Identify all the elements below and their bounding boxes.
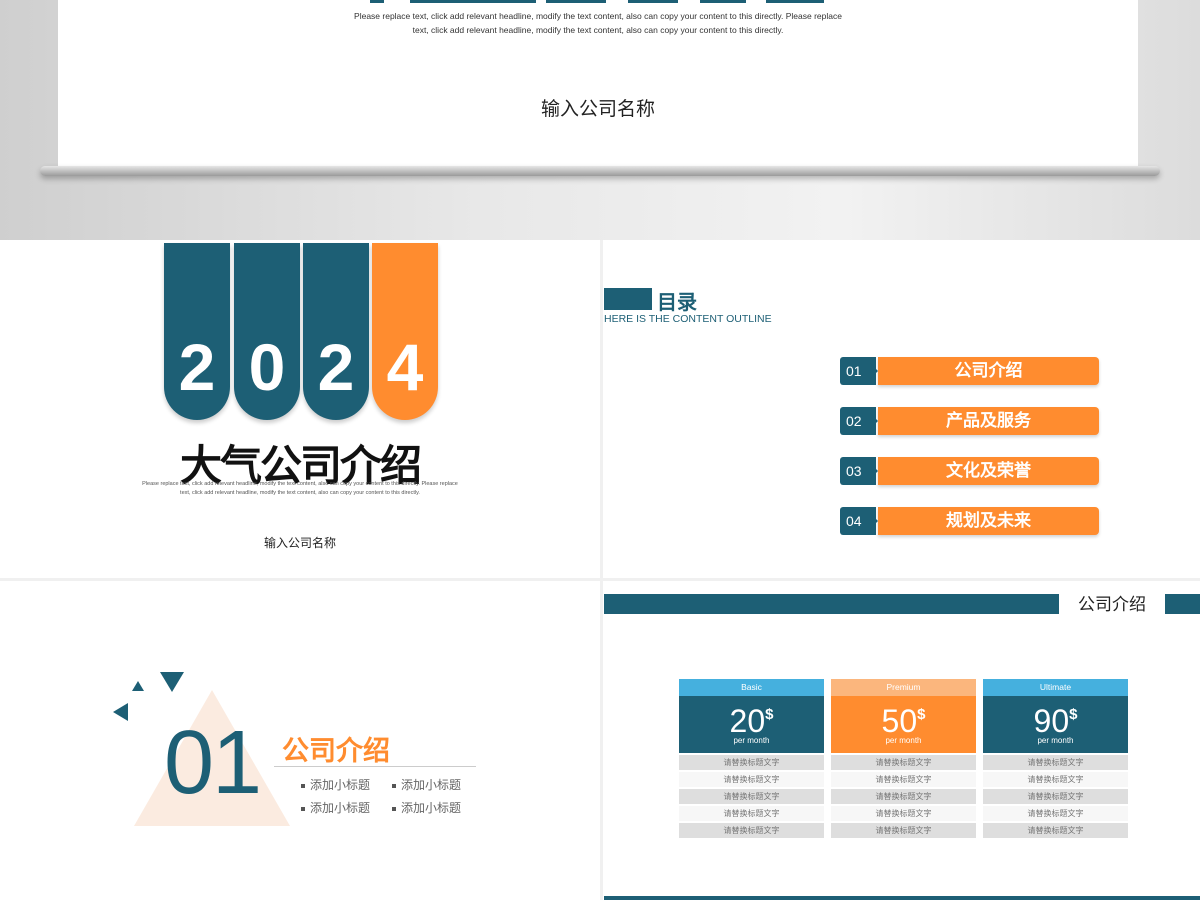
currency-symbol: $ bbox=[1069, 706, 1078, 723]
agenda-item-3[interactable]: 03 文化及荣誉 bbox=[840, 457, 1100, 485]
section-subtitle-4: 添加小标题 bbox=[392, 799, 461, 816]
grid-divider-horizontal bbox=[0, 578, 1200, 581]
year-digit-3: 2 bbox=[317, 330, 355, 404]
plan-row: 请替换标题文字 bbox=[679, 823, 824, 838]
plan-price: 90$ bbox=[983, 696, 1128, 737]
bullet-icon bbox=[301, 806, 305, 811]
plan-basic: Basic 20$ per month 请替换标题文字 请替换标题文字 请替换标… bbox=[679, 679, 824, 838]
grid-divider-vertical bbox=[600, 240, 603, 900]
header-bar-right bbox=[1165, 594, 1200, 614]
year-tab-4: 4 bbox=[372, 243, 438, 420]
plan-period: per month bbox=[733, 736, 770, 745]
year-tab-1: 2 bbox=[164, 243, 230, 420]
hero-screen-rail bbox=[40, 166, 1160, 176]
header-bar-left bbox=[604, 594, 1059, 614]
plan-row: 请替换标题文字 bbox=[679, 755, 824, 770]
bullet-icon bbox=[301, 783, 305, 788]
year-digit-1: 2 bbox=[178, 330, 216, 404]
plan-row: 请替换标题文字 bbox=[679, 772, 824, 787]
triangle-decoration-small bbox=[132, 681, 144, 691]
plan-premium: Premium 50$ per month 请替换标题文字 请替换标题文字 请替… bbox=[831, 679, 976, 838]
plan-price-box: 90$ per month bbox=[983, 696, 1128, 753]
triangle-decoration-small bbox=[113, 703, 128, 721]
plan-tier-label: Basic bbox=[679, 679, 824, 696]
arrow-right-icon bbox=[870, 463, 878, 479]
triangle-decoration-small bbox=[160, 672, 184, 692]
arrow-right-icon bbox=[870, 413, 878, 429]
hero-desc-line-1: Please replace text, click add relevant … bbox=[354, 11, 842, 21]
plan-row: 请替换标题文字 bbox=[983, 772, 1128, 787]
currency-symbol: $ bbox=[765, 706, 774, 723]
year-tab-3: 2 bbox=[303, 243, 369, 420]
plan-period: per month bbox=[1037, 736, 1074, 745]
bullet-icon bbox=[392, 806, 396, 811]
bullet-icon bbox=[392, 783, 396, 788]
subtitle-text: 添加小标题 bbox=[401, 801, 462, 815]
year-digit-4: 4 bbox=[386, 330, 424, 404]
plan-row: 请替换标题文字 bbox=[679, 789, 824, 804]
footer-bar bbox=[604, 896, 1200, 900]
plan-row: 请替换标题文字 bbox=[831, 789, 976, 804]
subtitle-text: 添加小标题 bbox=[310, 778, 371, 792]
currency-symbol: $ bbox=[917, 706, 926, 723]
agenda-subheading: HERE IS THE CONTENT OUTLINE bbox=[604, 313, 772, 325]
agenda-item-1[interactable]: 01 公司介绍 bbox=[840, 357, 1100, 385]
agenda-heading: 目录 bbox=[657, 290, 697, 314]
agenda-item-label: 文化及荣誉 bbox=[878, 457, 1099, 485]
plan-ultimate: Ultimate 90$ per month 请替换标题文字 请替换标题文字 请… bbox=[983, 679, 1128, 838]
plan-row: 请替换标题文字 bbox=[983, 823, 1128, 838]
hero-panel: Please replace text, click add relevant … bbox=[0, 0, 1200, 240]
plan-row: 请替换标题文字 bbox=[983, 806, 1128, 821]
plan-price-box: 20$ per month bbox=[679, 696, 824, 753]
arrow-right-icon bbox=[870, 363, 878, 379]
price-value: 90 bbox=[1033, 703, 1070, 739]
section-subtitle-1: 添加小标题 bbox=[301, 776, 370, 793]
price-value: 20 bbox=[729, 703, 766, 739]
agenda-item-2[interactable]: 02 产品及服务 bbox=[840, 407, 1100, 435]
agenda-item-4[interactable]: 04 规划及未来 bbox=[840, 507, 1100, 535]
plan-tier-label: Premium bbox=[831, 679, 976, 696]
plan-row: 请替换标题文字 bbox=[983, 755, 1128, 770]
agenda-accent-bar bbox=[604, 288, 652, 310]
plan-row: 请替换标题文字 bbox=[983, 789, 1128, 804]
plan-tier-label: Ultimate bbox=[983, 679, 1128, 696]
section-subtitle-3: 添加小标题 bbox=[301, 799, 370, 816]
year-digit-2: 0 bbox=[248, 330, 286, 404]
pricing-slide-title: 公司介绍 bbox=[1078, 595, 1146, 615]
plan-period: per month bbox=[885, 736, 922, 745]
agenda-item-label: 产品及服务 bbox=[878, 407, 1099, 435]
section-subtitle-2: 添加小标题 bbox=[392, 776, 461, 793]
plan-row: 请替换标题文字 bbox=[679, 806, 824, 821]
plan-price: 20$ bbox=[679, 696, 824, 737]
year-tab-2: 0 bbox=[234, 243, 300, 420]
plan-price-box: 50$ per month bbox=[831, 696, 976, 753]
plan-price: 50$ bbox=[831, 696, 976, 737]
cover-description: Please replace text, click add relevant … bbox=[140, 480, 460, 498]
hero-company-name: 输入公司名称 bbox=[540, 98, 655, 120]
agenda-item-label: 规划及未来 bbox=[878, 507, 1099, 535]
plan-row: 请替换标题文字 bbox=[831, 755, 976, 770]
hero-desc-line-2: text, click add relevant headline, modif… bbox=[412, 25, 784, 35]
subtitle-text: 添加小标题 bbox=[310, 801, 371, 815]
plan-row: 请替换标题文字 bbox=[831, 823, 976, 838]
cover-desc-line-1: Please replace text, click add relevant … bbox=[142, 481, 458, 487]
hero-title-fragments bbox=[370, 0, 830, 3]
cover-desc-line-2: text, click add relevant headline, modif… bbox=[180, 490, 420, 496]
subtitle-text: 添加小标题 bbox=[401, 778, 462, 792]
agenda-item-label: 公司介绍 bbox=[878, 357, 1099, 385]
section-number: 01 bbox=[164, 713, 262, 813]
cover-company-name: 输入公司名称 bbox=[263, 536, 336, 550]
plan-row: 请替换标题文字 bbox=[831, 772, 976, 787]
section-title: 公司介绍 bbox=[282, 736, 390, 767]
section-divider-line bbox=[274, 766, 476, 767]
arrow-right-icon bbox=[870, 513, 878, 529]
hero-description: Please replace text, click add relevant … bbox=[58, 9, 1138, 37]
price-value: 50 bbox=[881, 703, 918, 739]
plan-row: 请替换标题文字 bbox=[831, 806, 976, 821]
